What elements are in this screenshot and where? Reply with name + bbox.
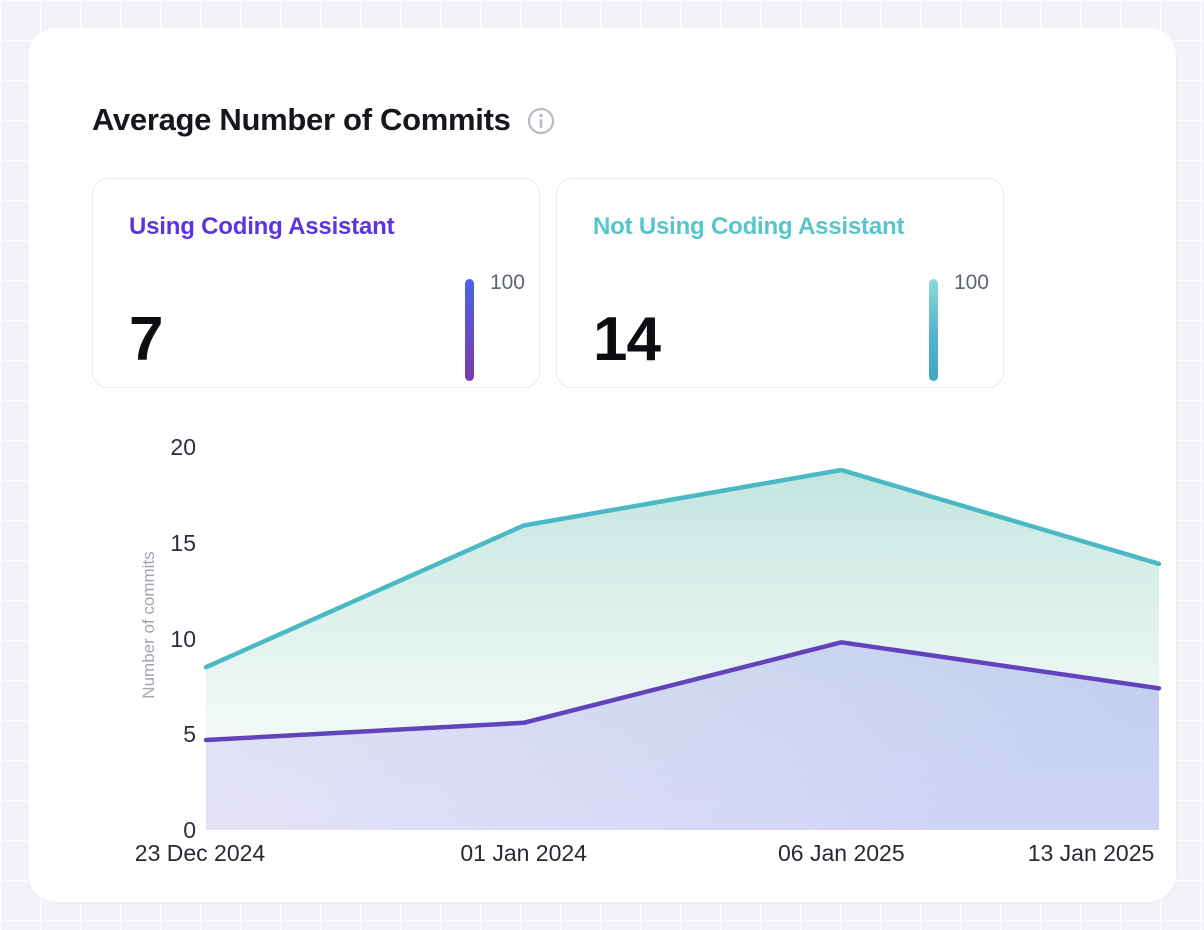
y-tick-label: 20: [116, 433, 196, 461]
plot-surface[interactable]: [206, 447, 1159, 830]
y-tick-label: 15: [116, 529, 196, 557]
x-tick-label: 23 Dec 2024: [80, 838, 320, 868]
y-tick-label: 10: [116, 625, 196, 653]
x-tick-label: 06 Jan 2025: [721, 838, 961, 868]
x-tick-label: 01 Jan 2024: [404, 838, 644, 868]
y-tick-label: 5: [116, 720, 196, 748]
x-tick-label: 13 Jan 2025: [971, 838, 1204, 868]
area-chart: Number of commits 05101520 23 Dec 202401…: [28, 28, 1176, 902]
chart-card: Average Number of Commits Using Coding A…: [28, 28, 1176, 902]
